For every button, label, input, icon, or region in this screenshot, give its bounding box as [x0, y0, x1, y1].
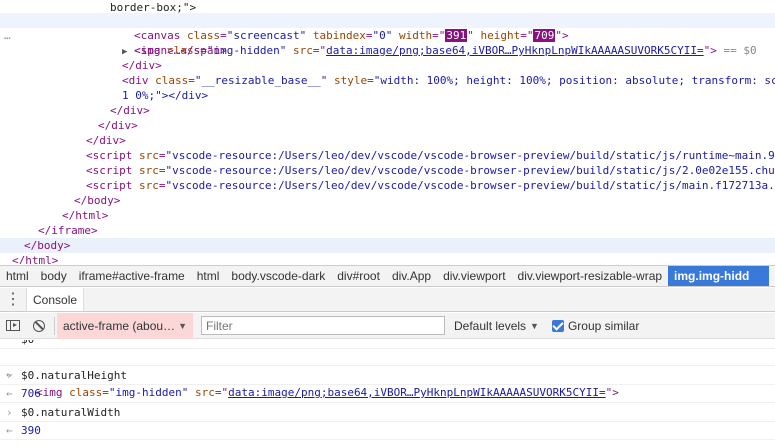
tree-line-selected[interactable]: … <img class="img-hidden" src="data:imag… — [0, 13, 775, 57]
caret-down-icon: ▼ — [530, 320, 539, 331]
console-toolbar: active-frame (abou…▼ Default levels▼ Gro… — [0, 312, 775, 339]
result-arrow-icon: ← — [6, 424, 13, 437]
tree-line[interactable]: </iframe> — [38, 223, 98, 238]
breadcrumb-item[interactable]: div.viewport — [437, 266, 511, 286]
breadcrumb-item[interactable]: body.vscode-dark — [225, 266, 331, 286]
breadcrumb-item[interactable]: iframe#active-frame — [73, 266, 191, 286]
tree-line[interactable]: <script src="vscode-resource:/Users/leo/… — [86, 163, 775, 178]
image-src-link[interactable]: data:image/png;base64,iVBOR…PyHknpLnpWIk… — [326, 44, 704, 57]
context-selector[interactable]: active-frame (abou… ▼ — [57, 312, 193, 339]
expand-triangle-icon[interactable]: ▶ — [122, 47, 127, 57]
tab-console[interactable]: Console — [26, 288, 85, 311]
height-highlight: 709 — [533, 29, 556, 42]
drawer-tabbar: ⋮ Console — [0, 288, 775, 312]
clear-icon — [33, 319, 45, 332]
breadcrumb: html body iframe#active-frame html body.… — [0, 265, 775, 287]
sidebar-toggle-icon — [6, 320, 20, 331]
tree-line[interactable]: </div> — [86, 133, 126, 148]
input-prompt-icon: › — [6, 369, 13, 382]
selected-marker: == $0 — [723, 44, 757, 57]
elements-tree: border-box;"> … <img class="img-hidden" … — [0, 0, 775, 264]
tree-line[interactable]: 1 0%;"></div> — [122, 88, 208, 103]
more-dots-icon[interactable]: … — [4, 28, 11, 43]
console-result: ← 390 — [0, 422, 775, 440]
group-similar-label: Group similar — [567, 318, 640, 333]
console-result[interactable]: ← <img class="img-hidden" src="data:imag… — [0, 348, 775, 399]
tree-line[interactable]: <script src="vscode-resource:/Users/leo/… — [86, 178, 775, 193]
tree-line[interactable]: ▶ <span>…</span> — [122, 43, 227, 58]
console-input-line: › $0.naturalWidth — [0, 404, 775, 422]
tree-line[interactable]: </html> — [62, 208, 108, 223]
log-levels-dropdown[interactable]: Default levels ▼ — [454, 319, 539, 333]
tree-line[interactable]: </body> — [74, 193, 120, 208]
clear-console-button[interactable] — [26, 313, 52, 339]
breadcrumb-item[interactable]: div.viewport-resizable-wrap — [512, 266, 669, 286]
filter-input[interactable] — [201, 316, 445, 335]
breadcrumb-item[interactable]: body — [35, 266, 73, 286]
breadcrumb-item[interactable]: html — [0, 266, 35, 286]
input-prompt-icon: › — [6, 406, 13, 419]
tree-line[interactable]: <div class="__resizable_base__" style="w… — [122, 73, 775, 88]
tree-line[interactable]: </div> — [110, 103, 150, 118]
console-output: $0 ← <img class="img-hidden" src="data:i… — [0, 340, 775, 447]
tree-line[interactable]: <script src="vscode-resource:/Users/leo/… — [86, 148, 775, 163]
breadcrumb-item[interactable]: div.App — [386, 266, 437, 286]
breadcrumb-item[interactable]: div#root — [331, 266, 386, 286]
console-result: ← 706 — [0, 385, 775, 403]
group-similar-checkbox[interactable] — [551, 319, 564, 332]
result-arrow-icon: ← — [6, 387, 13, 400]
toolbar-divider — [54, 316, 55, 335]
tree-line-hover[interactable]: </body> — [0, 238, 775, 253]
breadcrumb-item[interactable]: html — [191, 266, 226, 286]
breadcrumb-item-selected[interactable]: img.img-hidd — [668, 266, 770, 286]
tree-line[interactable]: <canvas class="screencast" tabindex="0" … — [134, 28, 569, 43]
show-sidebar-button[interactable] — [0, 313, 26, 339]
tree-line[interactable]: </div> — [98, 118, 138, 133]
kebab-menu-icon[interactable]: ⋮ — [0, 288, 26, 311]
width-highlight: 391 — [445, 29, 468, 42]
tree-line[interactable]: </div> — [122, 58, 162, 73]
tree-line[interactable]: </html> — [12, 253, 58, 264]
caret-down-icon: ▼ — [178, 320, 187, 331]
console-input-line: › $0.naturalHeight — [0, 367, 775, 385]
